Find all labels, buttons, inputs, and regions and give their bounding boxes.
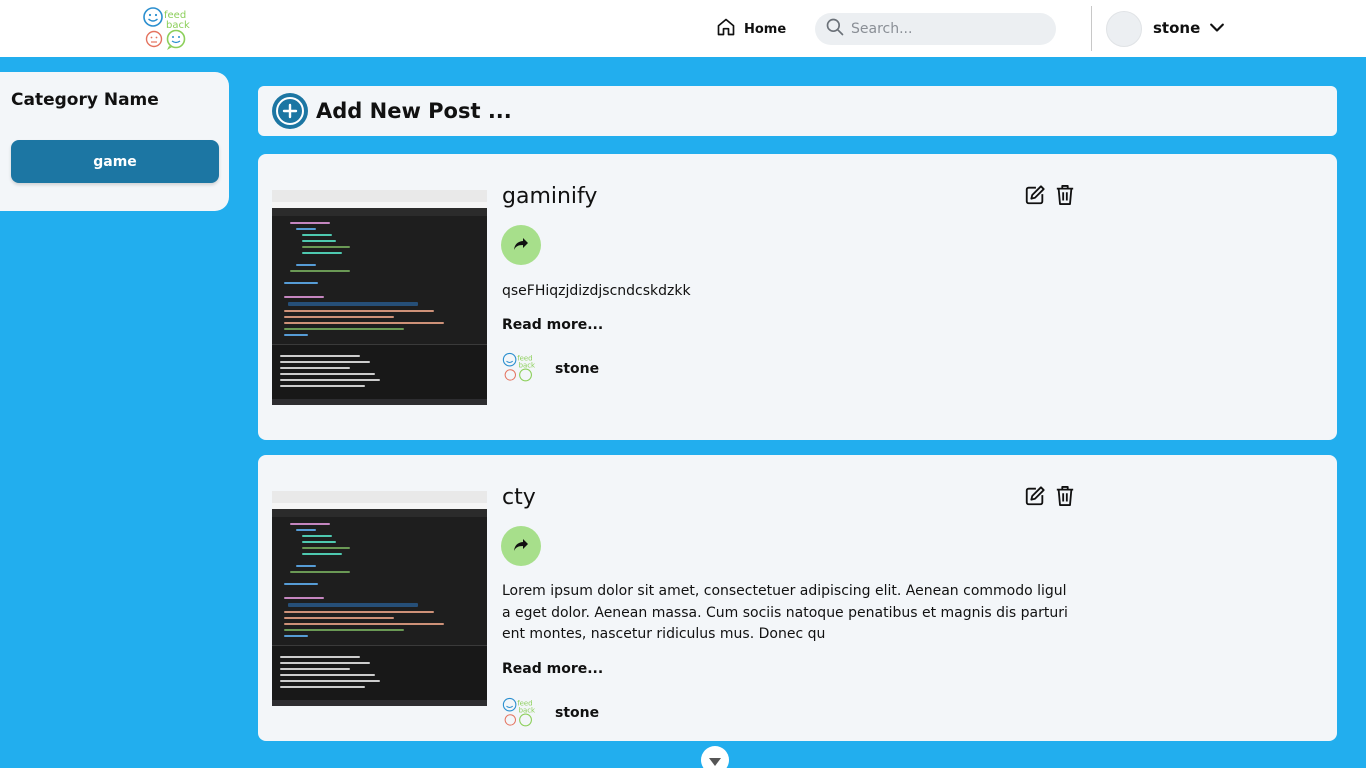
add-new-post-label: Add New Post ... <box>316 99 512 123</box>
edit-icon[interactable] <box>1024 184 1046 210</box>
scroll-down-button[interactable] <box>701 746 729 768</box>
search-icon <box>825 17 845 41</box>
chevron-down-icon[interactable] <box>1207 18 1227 42</box>
header-divider <box>1091 6 1092 51</box>
share-icon <box>513 537 529 556</box>
author-avatar: feed back <box>502 697 538 729</box>
home-label: Home <box>744 21 787 37</box>
read-more-link[interactable]: Read more... <box>502 317 603 333</box>
trash-icon[interactable] <box>1055 184 1075 210</box>
post-author-name[interactable]: stone <box>555 361 599 377</box>
post-thumbnail-image[interactable] <box>272 190 487 405</box>
home-icon <box>716 17 736 41</box>
post-thumbnail-image[interactable] <box>272 491 487 706</box>
top-navbar: feed back Home stone <box>0 0 1366 57</box>
user-avatar[interactable] <box>1106 11 1142 47</box>
post-title[interactable]: gaminify <box>502 184 597 209</box>
share-button[interactable] <box>501 526 541 566</box>
plus-circle-icon <box>272 93 308 129</box>
share-button[interactable] <box>501 225 541 265</box>
post-author-name[interactable]: stone <box>555 705 599 721</box>
svg-text:back: back <box>519 706 535 714</box>
trash-icon[interactable] <box>1055 485 1075 511</box>
svg-text:back: back <box>166 20 190 31</box>
post-card: gaminify qseFHiqzjdizdjscndcskdzkk Read … <box>258 154 1337 440</box>
chevron-down-icon <box>708 752 722 768</box>
category-button-game[interactable]: game <box>11 140 219 183</box>
read-more-link[interactable]: Read more... <box>502 661 603 677</box>
header-username: stone <box>1153 19 1201 37</box>
category-title: Category Name <box>11 90 159 110</box>
post-title[interactable]: cty <box>502 485 536 510</box>
feedback-logo[interactable]: feed back <box>142 6 194 52</box>
author-avatar: feed back <box>502 352 538 384</box>
post-body: Lorem ipsum dolor sit amet, consectetuer… <box>502 583 1068 642</box>
post-body: qseFHiqzjdizdjscndcskdzkk <box>502 283 691 299</box>
add-new-post-bar[interactable]: Add New Post ... <box>258 86 1337 136</box>
home-nav-link[interactable]: Home <box>716 17 786 41</box>
edit-icon[interactable] <box>1024 485 1046 511</box>
post-card: cty Lorem ipsum dolor sit amet, consecte… <box>258 455 1337 741</box>
search-input[interactable] <box>851 21 1041 37</box>
svg-text:back: back <box>519 361 535 369</box>
category-sidebar: Category Name game <box>0 72 229 211</box>
search-bar <box>815 13 1056 45</box>
share-icon <box>513 236 529 255</box>
